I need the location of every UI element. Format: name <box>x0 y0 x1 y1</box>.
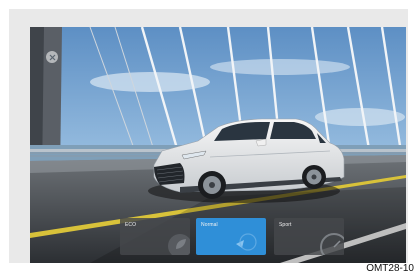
gauge-icon <box>236 233 257 251</box>
leaf-icon <box>168 234 190 255</box>
drive-mode-screen: ECO Normal Sport <box>30 27 406 263</box>
drive-mode-normal-button[interactable]: Normal <box>196 218 266 255</box>
drive-mode-sport-button[interactable]: Sport <box>274 218 344 255</box>
drive-mode-eco-button[interactable]: ECO <box>120 218 190 255</box>
close-icon <box>49 54 55 60</box>
figure-caption: OMT28-10 <box>366 263 414 274</box>
close-button[interactable] <box>46 51 58 63</box>
speedometer-icon <box>320 233 344 255</box>
